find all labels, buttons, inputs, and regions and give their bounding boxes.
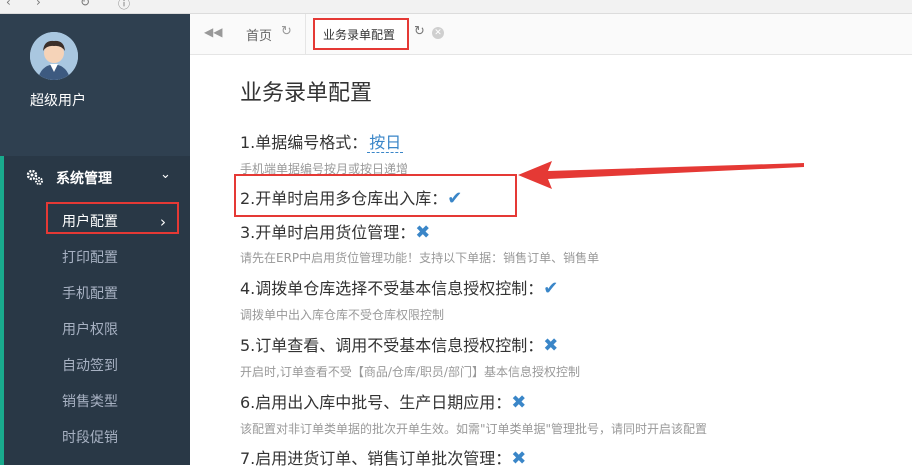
sidebar-item-user-permissions[interactable]: 用户权限: [62, 316, 182, 344]
option-row-7: 7.启用进货订单、销售订单批次管理：✖: [240, 445, 526, 469]
option-label: 6.启用出入库中批号、生产日期应用：: [240, 393, 512, 412]
sidebar-item-label: 时段促销: [62, 430, 118, 446]
refresh-icon[interactable]: ↻: [281, 24, 292, 39]
tab-business-order-config[interactable]: 业务录单配置: [313, 18, 409, 50]
number-format-value[interactable]: 按日: [367, 133, 404, 153]
option-desc: 调拨单中出入库仓库不受仓库权限控制: [240, 308, 445, 322]
sidebar-item-label: 手机配置: [62, 286, 118, 302]
avatar[interactable]: [30, 32, 78, 80]
tab-bar: ◀◀ 首页 ↻ 业务录单配置 ↻ ✕: [190, 14, 912, 55]
highlight-box: [234, 174, 517, 217]
user-profile: 超级用户: [0, 14, 190, 154]
option-row-4: 4.调拨单仓库选择不受基本信息授权控制：✔: [240, 275, 558, 299]
cross-icon[interactable]: ✖: [511, 392, 526, 413]
sidebar-item-auto-checkin[interactable]: 自动签到: [62, 352, 182, 380]
browser-toolbar: ‹ › ↻ ⓘ: [0, 0, 912, 14]
option-label: 3.开单时启用货位管理：: [240, 223, 416, 242]
chevron-down-icon: ⌄: [160, 167, 171, 182]
menu-system-label: 系统管理: [56, 171, 112, 187]
sidebar-item-label: 打印配置: [62, 250, 118, 266]
cross-icon[interactable]: ✖: [543, 335, 558, 356]
option-label: 1.单据编号格式：: [240, 133, 368, 152]
option-row-1: 1.单据编号格式： 按日: [240, 129, 404, 153]
username[interactable]: 超级用户: [30, 90, 86, 110]
option-desc: 该配置对非订单类单据的批次开单生效。如需"订单类单据"管理批号，请同时开启该配置: [240, 422, 708, 436]
gears-icon: [26, 169, 43, 185]
sidebar: 超级用户 系统管理 ⌄ 用户配置 › 打印配置 手机配置 用户权限 自动签到 销…: [0, 14, 190, 465]
sidebar-item-sales-type[interactable]: 销售类型: [62, 388, 182, 416]
check-icon[interactable]: ✔: [543, 278, 558, 299]
cross-icon[interactable]: ✖: [415, 222, 430, 243]
tabs-scroll-left-icon[interactable]: ◀◀: [204, 25, 222, 39]
refresh-icon[interactable]: ↻: [414, 24, 425, 39]
sidebar-item-label: 用户权限: [62, 322, 118, 338]
menu-system-management[interactable]: 系统管理 ⌄: [4, 162, 190, 196]
back-icon[interactable]: ‹: [6, 0, 11, 9]
option-row-3: 3.开单时启用货位管理：✖: [240, 219, 430, 243]
sidebar-item-print-config[interactable]: 打印配置: [62, 244, 182, 272]
tab-label: 业务录单配置: [323, 28, 396, 42]
annotation-arrow-icon: [518, 161, 804, 189]
option-label: 4.调拨单仓库选择不受基本信息授权控制：: [240, 279, 544, 298]
forward-icon[interactable]: ›: [36, 0, 41, 9]
highlight-box: [46, 202, 179, 234]
sidebar-item-mobile-config[interactable]: 手机配置: [62, 280, 182, 308]
option-row-6: 6.启用出入库中批号、生产日期应用：✖: [240, 389, 526, 413]
page-title: 业务录单配置: [240, 81, 373, 106]
option-desc: 开启时,订单查看不受【商品/仓库/职员/部门】基本信息授权控制: [240, 365, 580, 379]
sidebar-item-time-promotion[interactable]: 时段促销: [62, 424, 182, 452]
option-label: 7.启用进货订单、销售订单批次管理：: [240, 449, 512, 468]
option-row-5: 5.订单查看、调用不受基本信息授权控制：✖: [240, 332, 558, 356]
tab-divider: [305, 14, 306, 54]
cross-icon[interactable]: ✖: [511, 448, 526, 469]
main-content: 业务录单配置 1.单据编号格式： 按日 手机端单据编号按月或按日递增 2.开单时启…: [190, 55, 912, 469]
info-icon[interactable]: ⓘ: [118, 0, 130, 12]
close-icon[interactable]: ✕: [432, 27, 444, 39]
sidebar-item-label: 自动签到: [62, 358, 118, 374]
option-label: 5.订单查看、调用不受基本信息授权控制：: [240, 336, 544, 355]
option-desc: 请先在ERP中启用货位管理功能！支持以下单据：销售订单、销售单: [240, 251, 600, 265]
reload-icon[interactable]: ↻: [80, 0, 90, 9]
tab-home[interactable]: 首页: [246, 25, 272, 44]
sidebar-item-label: 销售类型: [62, 394, 118, 410]
